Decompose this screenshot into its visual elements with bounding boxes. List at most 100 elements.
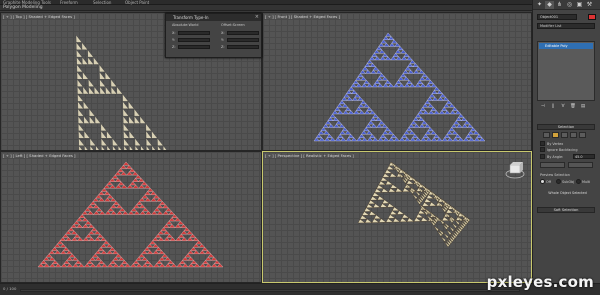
mesh-face: [455, 117, 462, 121]
mesh-face: [86, 260, 94, 264]
transform-type-in-dialog[interactable]: Transform Type-In × Absolute:World Offse…: [165, 13, 262, 58]
mesh-face: [122, 93, 129, 102]
mesh-face: [373, 49, 380, 54]
remove-modifier-icon[interactable]: 🗑: [569, 104, 577, 110]
mesh-face: [65, 250, 73, 255]
mesh-face: [372, 192, 380, 197]
make-unique-icon[interactable]: ∀: [559, 104, 567, 110]
mesh-face: [350, 83, 357, 88]
mesh-face: [421, 73, 428, 78]
abs-z-field[interactable]: [178, 45, 210, 49]
mesh-face: [403, 52, 410, 57]
motion-icon[interactable]: ◎: [565, 1, 574, 9]
mesh-face: [420, 83, 427, 88]
display-icon[interactable]: ▣: [575, 1, 584, 9]
mesh-face: [144, 184, 151, 189]
mesh-face: [319, 137, 326, 142]
mesh-face: [89, 201, 97, 205]
time-slider-track[interactable]: [20, 289, 520, 292]
mesh-face: [144, 197, 152, 202]
mesh-face: [45, 253, 53, 258]
mesh-face: [168, 224, 176, 228]
mesh-face: [110, 210, 118, 215]
mesh-face: [118, 263, 126, 268]
preview-multi-radio[interactable]: Multi: [576, 179, 590, 184]
mesh-face: [157, 230, 165, 235]
angle-threshold-field[interactable]: 45.0: [573, 154, 595, 159]
mesh-face: [348, 133, 355, 138]
mesh-face: [359, 215, 368, 220]
mesh-face: [446, 130, 453, 135]
edge-level-icon[interactable]: [552, 132, 559, 138]
mesh-face: [155, 247, 162, 251]
by-vertex-checkbox[interactable]: By Vertex: [540, 141, 563, 146]
mesh-face: [138, 197, 146, 202]
viewport-front[interactable]: [ + ] [ Front ] [ Shaded + Edged Faces ]: [262, 12, 532, 151]
object-name-field[interactable]: Object001: [537, 14, 577, 20]
offset-screen-label: Offset:Screen: [221, 23, 245, 27]
soft-selection-rollout-header[interactable]: Soft Selection: [537, 207, 595, 213]
viewport-left[interactable]: [ + ] [ Left ] [ Shaded + Edged Faces ]: [0, 151, 262, 283]
mesh-face: [374, 79, 381, 84]
mesh-face: [369, 110, 376, 115]
abs-x-field[interactable]: [178, 31, 210, 35]
grow-button[interactable]: [568, 162, 593, 168]
hierarchy-icon[interactable]: ⋔: [555, 1, 564, 9]
shrink-button[interactable]: [540, 162, 565, 168]
mesh-face: [99, 86, 106, 95]
selection-rollout-header[interactable]: Selection: [537, 124, 595, 130]
mesh-face: [115, 184, 122, 189]
abs-y-field[interactable]: [178, 38, 210, 42]
preview-off-radio[interactable]: Off: [540, 179, 551, 184]
modify-icon[interactable]: ◆: [545, 1, 554, 9]
pin-stack-icon[interactable]: ⊣: [539, 104, 547, 110]
vertex-level-icon[interactable]: [543, 132, 550, 138]
mesh-face: [164, 256, 172, 261]
modifier-list-dropdown[interactable]: Modifier List: [537, 23, 595, 29]
mesh-face: [69, 253, 76, 258]
create-icon[interactable]: ✦: [535, 1, 544, 9]
mesh-face: [371, 123, 378, 128]
mesh-face: [339, 100, 346, 105]
viewcube-icon[interactable]: [505, 162, 525, 179]
mesh-face: [382, 76, 389, 81]
mesh-face: [386, 165, 395, 170]
element-level-icon[interactable]: [579, 132, 586, 138]
polygon-level-icon[interactable]: [570, 132, 577, 138]
mesh-face: [95, 207, 103, 212]
off-y-field[interactable]: [227, 38, 259, 42]
ignore-backfacing-checkbox[interactable]: Ignore Backfacing: [540, 147, 577, 152]
show-end-result-icon[interactable]: ‖: [549, 104, 557, 110]
mesh-face: [77, 108, 85, 117]
mesh-face: [370, 196, 378, 201]
dialog-title-bar[interactable]: Transform Type-In ×: [166, 14, 261, 21]
mesh-face: [146, 250, 154, 255]
preview-subobj-radio[interactable]: SubObj: [556, 179, 574, 184]
mesh-face: [318, 130, 325, 135]
close-icon[interactable]: ×: [255, 14, 259, 21]
by-angle-checkbox[interactable]: By Angle:: [540, 154, 563, 159]
mesh-face: [402, 187, 411, 192]
mesh-face: [169, 237, 177, 241]
off-x-field[interactable]: [227, 31, 259, 35]
stack-item-editable-poly[interactable]: Editable Poly: [539, 43, 593, 49]
mesh-face: [115, 253, 122, 258]
mesh-face: [88, 230, 95, 235]
mesh-face: [407, 63, 414, 67]
mesh-face: [97, 233, 104, 238]
polygon-modeling-label[interactable]: Polygon Modeling: [3, 5, 43, 11]
viewport-perspective[interactable]: [ + ] [ Perspective ] [ Realistic + Edge…: [262, 151, 532, 283]
object-color-swatch[interactable]: [588, 14, 596, 20]
mesh-face: [352, 79, 360, 84]
mesh-face: [393, 83, 400, 88]
border-level-icon[interactable]: [561, 132, 568, 138]
mesh-face: [382, 199, 390, 204]
off-z-field[interactable]: [227, 45, 259, 49]
modifier-stack[interactable]: Editable Poly: [537, 41, 595, 101]
mesh-face: [125, 165, 133, 169]
configure-sets-icon[interactable]: ▤: [579, 104, 587, 110]
mesh-face: [141, 250, 148, 255]
utilities-icon[interactable]: ⚒: [585, 1, 594, 9]
mesh-face: [156, 210, 164, 215]
mesh-face: [94, 115, 102, 124]
